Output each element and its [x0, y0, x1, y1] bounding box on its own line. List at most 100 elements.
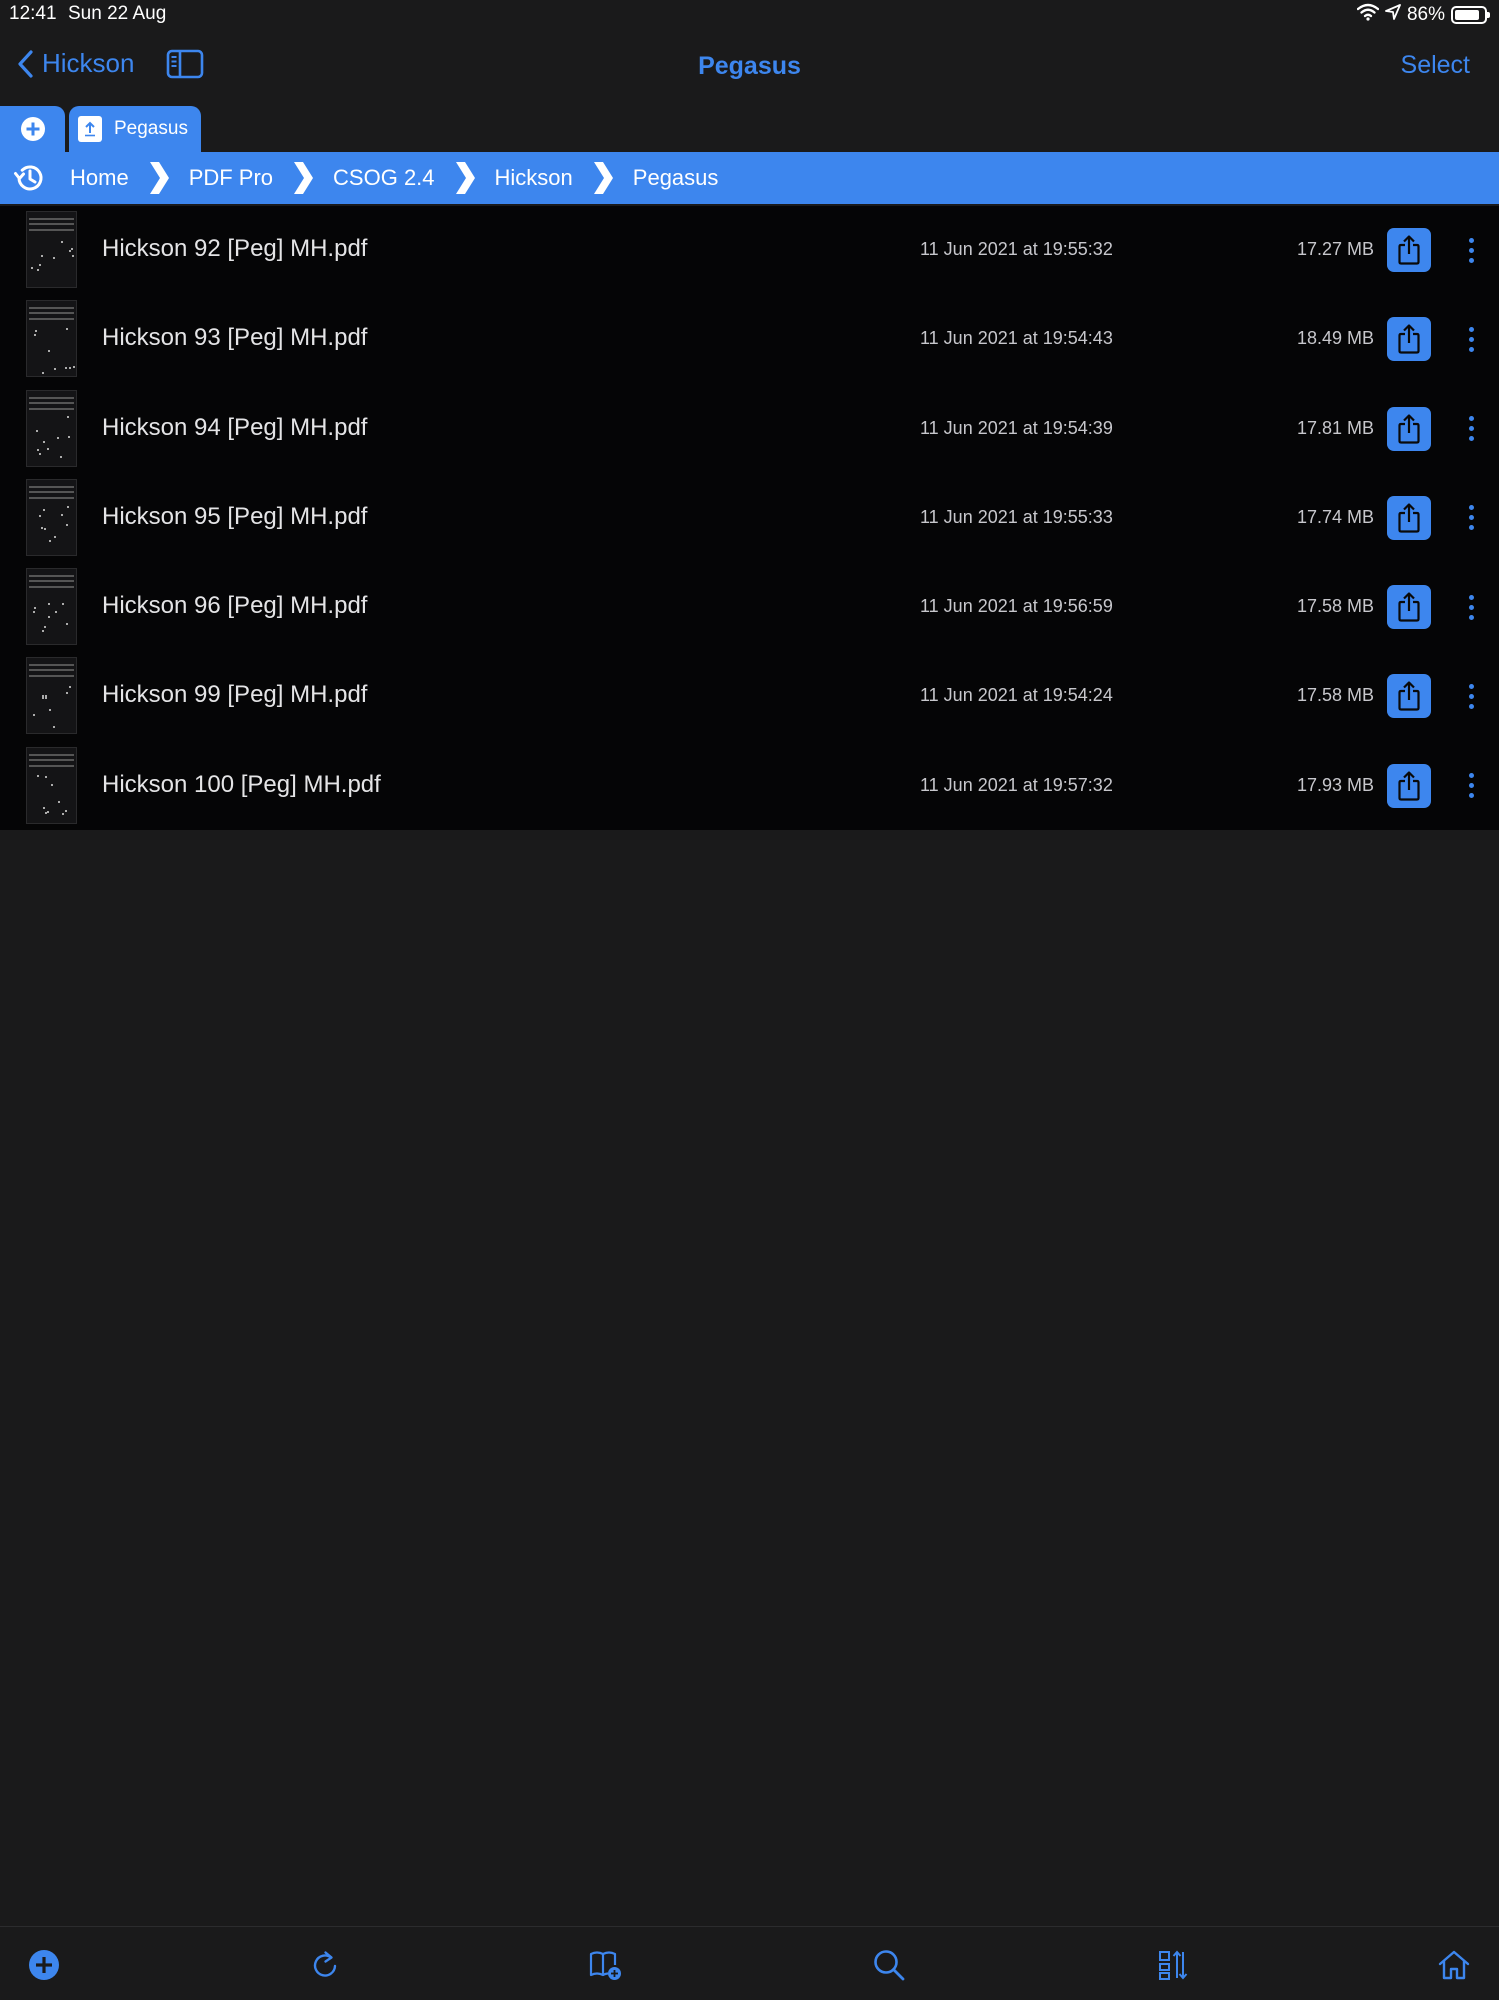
- thumbnail-star: [48, 709, 51, 712]
- breadcrumb-pdf-pro[interactable]: PDF Pro: [189, 165, 273, 191]
- thumbnail-header-line: [29, 586, 74, 589]
- thumbnail-star: [31, 267, 34, 270]
- thumbnail-star: [44, 695, 47, 698]
- search-button[interactable]: [869, 1945, 909, 1985]
- thumbnail-star: [41, 254, 44, 257]
- status-indicators: 86%: [1356, 2, 1490, 28]
- file-row[interactable]: Hickson 94 [Peg] MH.pdf 11 Jun 2021 at 1…: [0, 385, 1499, 474]
- refresh-icon: [313, 1951, 337, 1977]
- file-name: Hickson 92 [Peg] MH.pdf: [102, 235, 368, 262]
- doc-icon: [78, 116, 102, 142]
- thumbnail-star: [61, 813, 64, 816]
- thumbnail-star: [54, 535, 56, 538]
- file-row[interactable]: Hickson 99 [Peg] MH.pdf 11 Jun 2021 at 1…: [0, 652, 1499, 741]
- more-options-button[interactable]: [1462, 585, 1480, 629]
- thumbnail-star: [68, 367, 71, 370]
- more-options-button[interactable]: [1462, 407, 1480, 451]
- thumbnail-star: [52, 256, 55, 259]
- more-vertical-icon: [1468, 237, 1474, 243]
- thumbnail-header-line: [29, 307, 74, 310]
- thumbnail-header-line: [29, 664, 74, 667]
- history-button[interactable]: [0, 152, 58, 204]
- thumbnail-star: [47, 811, 50, 814]
- thumbnail-star: [48, 615, 51, 618]
- thumbnail-star: [48, 602, 51, 605]
- thumbnail-star: [66, 523, 69, 526]
- file-row[interactable]: Hickson 93 [Peg] MH.pdf 11 Jun 2021 at 1…: [0, 295, 1499, 384]
- thumbnail-star: [43, 509, 46, 512]
- thumbnail-star: [48, 350, 51, 353]
- share-button[interactable]: [1387, 495, 1431, 540]
- pdf-thumbnail: [26, 746, 77, 824]
- thumbnail-star: [34, 333, 36, 336]
- thumbnail-header-line: [29, 575, 74, 578]
- sidebar-toggle-button[interactable]: [166, 49, 204, 84]
- breadcrumb-pegasus[interactable]: Pegasus: [633, 165, 719, 191]
- home-button[interactable]: [1434, 1945, 1474, 1985]
- thumbnail-star: [60, 513, 63, 516]
- file-date: 11 Jun 2021 at 19:54:39: [920, 417, 1113, 438]
- refresh-button[interactable]: [305, 1945, 345, 1985]
- home-icon: [1438, 1950, 1470, 1980]
- chevron-right-icon: [294, 162, 314, 194]
- sidebar-icon: [166, 49, 204, 79]
- thumbnail-header-line: [29, 758, 74, 761]
- more-vertical-icon: [1468, 683, 1474, 689]
- thumbnail-star: [36, 429, 39, 432]
- add-tab-button[interactable]: [0, 106, 65, 152]
- chevron-left-icon: [18, 49, 33, 78]
- share-icon: [1398, 681, 1420, 712]
- thumbnail-header-line: [29, 407, 74, 410]
- file-size: 17.74 MB: [1296, 506, 1374, 527]
- thumbnail-header-line: [29, 485, 74, 488]
- more-options-button[interactable]: [1462, 674, 1480, 718]
- file-name: Hickson 100 [Peg] MH.pdf: [102, 770, 381, 798]
- share-icon: [1398, 413, 1420, 444]
- share-button[interactable]: [1387, 228, 1431, 272]
- select-button[interactable]: Select: [1401, 51, 1470, 80]
- add-button[interactable]: [24, 1945, 64, 1985]
- share-button[interactable]: [1387, 585, 1431, 630]
- thumbnail-star: [59, 455, 62, 458]
- plus-circle-icon: [20, 117, 45, 141]
- more-options-button[interactable]: [1462, 317, 1480, 361]
- thumbnail-star: [36, 448, 39, 451]
- share-button[interactable]: [1387, 317, 1431, 362]
- file-row[interactable]: Hickson 92 [Peg] MH.pdf 11 Jun 2021 at 1…: [0, 206, 1499, 295]
- chevron-right-icon: [455, 162, 475, 194]
- file-row[interactable]: Hickson 100 [Peg] MH.pdf 11 Jun 2021 at …: [0, 742, 1499, 831]
- thumbnail-header-line: [29, 753, 74, 756]
- share-icon: [1398, 592, 1420, 622]
- file-row[interactable]: Hickson 95 [Peg] MH.pdf 11 Jun 2021 at 1…: [0, 474, 1499, 563]
- breadcrumb-hickson[interactable]: Hickson: [495, 165, 573, 191]
- thumbnail-star: [54, 611, 57, 614]
- breadcrumb-csog[interactable]: CSOG 2.4: [333, 165, 434, 191]
- pdf-thumbnail: [26, 478, 77, 556]
- thumbnail-star: [42, 440, 45, 443]
- thumbnail-star: [65, 327, 68, 330]
- file-row[interactable]: Hickson 96 [Peg] MH.pdf 11 Jun 2021 at 1…: [0, 563, 1499, 652]
- file-date: 11 Jun 2021 at 19:56:59: [920, 596, 1113, 617]
- share-button[interactable]: [1387, 406, 1431, 451]
- share-button[interactable]: [1387, 763, 1431, 808]
- back-label: Hickson: [42, 48, 135, 78]
- tab-pegasus[interactable]: Pegasus: [69, 106, 201, 152]
- thumbnail-header-line: [29, 218, 74, 220]
- thumbnail-star: [42, 371, 44, 374]
- file-size: 18.49 MB: [1296, 328, 1374, 349]
- status-date: Sun 22 Aug: [68, 3, 167, 24]
- share-button[interactable]: [1387, 674, 1431, 719]
- thumbnail-header-line: [29, 229, 74, 231]
- more-options-button[interactable]: [1462, 764, 1480, 808]
- sort-button[interactable]: [1153, 1945, 1193, 1985]
- more-options-button[interactable]: [1462, 228, 1480, 272]
- tab-strip: Pegasus: [0, 106, 1499, 152]
- breadcrumb-home[interactable]: Home: [70, 165, 129, 191]
- back-button[interactable]: Hickson: [16, 48, 134, 79]
- more-vertical-icon: [1468, 505, 1474, 511]
- thumbnail-star: [53, 725, 56, 728]
- more-options-button[interactable]: [1462, 496, 1480, 540]
- add-bookmark-button[interactable]: [585, 1945, 625, 1985]
- page-title: Pegasus: [698, 52, 801, 80]
- history-icon: [14, 165, 43, 191]
